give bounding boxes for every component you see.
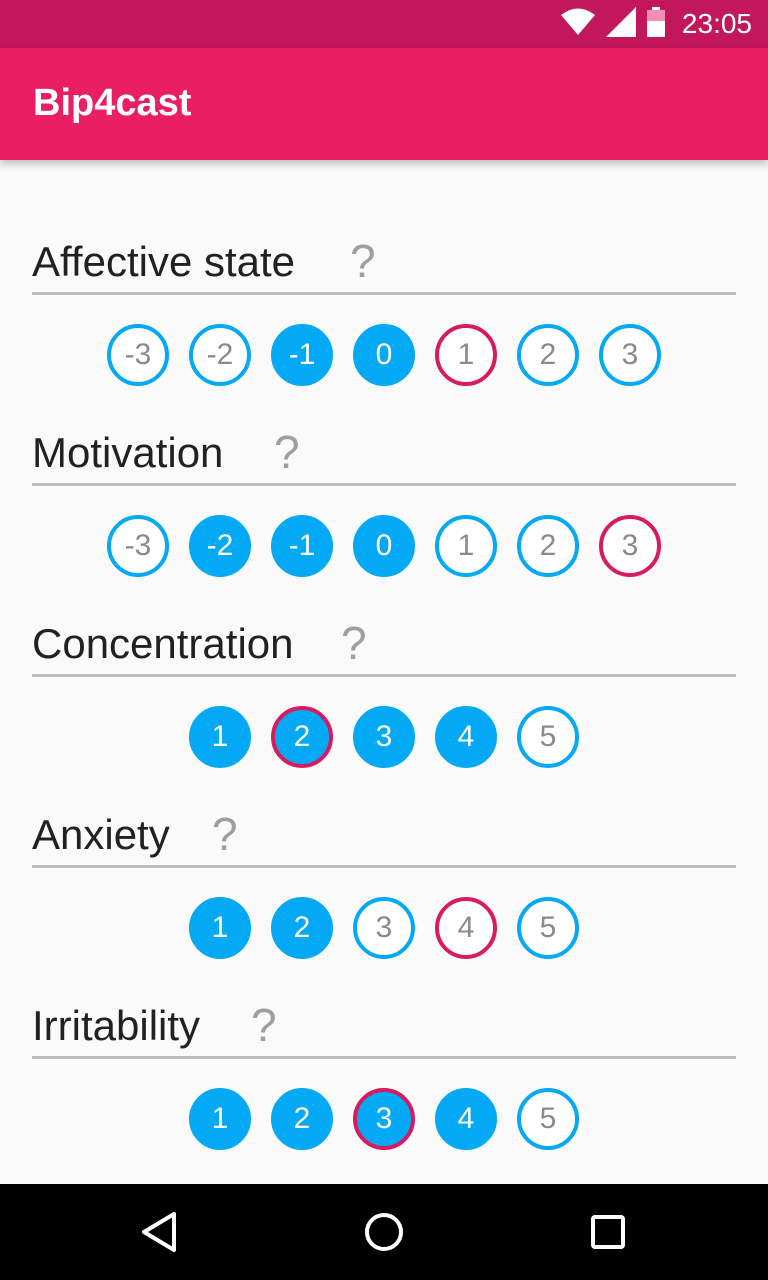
wifi-icon <box>560 8 596 40</box>
signal-icon <box>605 7 636 41</box>
question-header: Affective state ? <box>32 234 736 295</box>
help-icon[interactable]: ? <box>341 620 367 666</box>
app-title: Bip4cast <box>33 82 192 124</box>
rating-option[interactable]: 1 <box>189 897 251 959</box>
rating-option[interactable]: -1 <box>271 515 333 577</box>
rating-options: -3 -2 -1 0 1 2 3 <box>0 515 768 583</box>
rating-options: 12345 <box>0 1088 768 1156</box>
question-label: Irritability <box>32 1002 201 1049</box>
rating-option[interactable]: 2 <box>517 515 579 577</box>
rating-option[interactable]: 3 <box>353 1088 415 1150</box>
home-button[interactable] <box>360 1208 408 1256</box>
rating-option[interactable]: 2 <box>271 1088 333 1150</box>
battery-icon <box>646 7 666 41</box>
question-label: Affective state <box>32 238 296 285</box>
status-time: 23:05 <box>681 8 752 39</box>
rating-option[interactable]: -1 <box>271 324 333 386</box>
recents-button[interactable] <box>584 1208 632 1256</box>
rating-option[interactable]: 2 <box>271 897 333 959</box>
question-header: Irritability ? <box>32 998 736 1059</box>
help-icon[interactable]: ? <box>251 1002 277 1048</box>
rating-option[interactable]: 0 <box>353 324 415 386</box>
question-label: Motivation <box>32 429 224 476</box>
rating-options: 12345 <box>0 706 768 774</box>
rating-option[interactable]: 3 <box>353 706 415 768</box>
rating-option[interactable]: 4 <box>435 897 497 959</box>
rating-option[interactable]: 2 <box>271 706 333 768</box>
rating-option[interactable]: -2 <box>189 324 251 386</box>
status-bar: 23:05 <box>0 0 768 48</box>
back-icon <box>142 1212 176 1252</box>
question-header: Motivation ? <box>32 425 736 486</box>
status-icons: 23:05 <box>560 0 752 48</box>
rating-option[interactable]: 2 <box>517 324 579 386</box>
rating-option[interactable]: 4 <box>435 1088 497 1150</box>
recents-icon <box>591 1215 625 1249</box>
rating-options: 12345 <box>0 897 768 965</box>
help-icon[interactable]: ? <box>350 238 376 284</box>
rating-option[interactable]: 1 <box>435 324 497 386</box>
app-bar: Bip4cast <box>0 48 768 160</box>
rating-option[interactable]: 5 <box>517 706 579 768</box>
rating-option[interactable]: 5 <box>517 897 579 959</box>
rating-option[interactable]: 1 <box>435 515 497 577</box>
back-button[interactable] <box>136 1208 184 1256</box>
rating-options: -3 -2 -1 0 1 2 3 <box>0 324 768 392</box>
question-header: Anxiety ? <box>32 807 736 868</box>
navigation-bar <box>0 1184 768 1280</box>
rating-option[interactable]: 3 <box>599 515 661 577</box>
rating-option[interactable]: 0 <box>353 515 415 577</box>
help-icon[interactable]: ? <box>274 429 300 475</box>
rating-option[interactable]: 4 <box>435 706 497 768</box>
rating-option[interactable]: -2 <box>189 515 251 577</box>
rating-option[interactable]: 1 <box>189 706 251 768</box>
question-header: Concentration ? <box>32 616 736 677</box>
rating-option[interactable]: 3 <box>599 324 661 386</box>
question-label: Concentration <box>32 620 294 667</box>
rating-option[interactable]: -3 <box>107 324 169 386</box>
rating-option[interactable]: -3 <box>107 515 169 577</box>
help-icon[interactable]: ? <box>212 811 238 857</box>
rating-option[interactable]: 5 <box>517 1088 579 1150</box>
rating-option[interactable]: 1 <box>189 1088 251 1150</box>
question-label: Anxiety <box>32 811 170 858</box>
home-icon <box>365 1213 403 1251</box>
rating-option[interactable]: 3 <box>353 897 415 959</box>
